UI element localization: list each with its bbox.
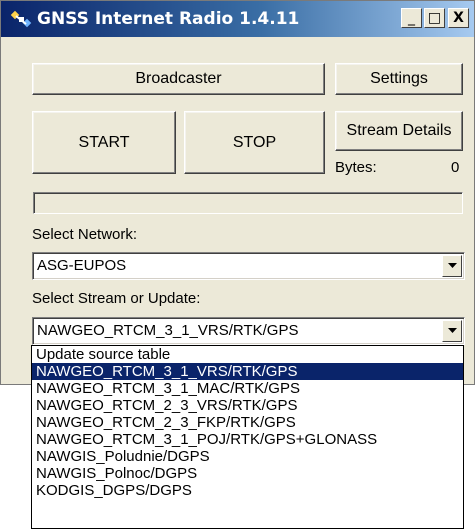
- dropdown-item[interactable]: NAWGIS_Poludnie/DGPS: [32, 448, 463, 465]
- maximize-button[interactable]: □: [424, 8, 445, 28]
- network-dropdown-arrow[interactable]: [442, 255, 462, 277]
- satellite-icon: [10, 10, 32, 28]
- dropdown-item[interactable]: Update source table: [32, 346, 463, 363]
- dropdown-item[interactable]: NAWGIS_Polnoc/DGPS: [32, 465, 463, 482]
- dropdown-item[interactable]: NAWGEO_RTCM_3_1_POJ/RTK/GPS+GLONASS: [32, 431, 463, 448]
- progress-bar: [33, 192, 463, 214]
- window-title: GNSS Internet Radio 1.4.11: [37, 9, 300, 29]
- minimize-button[interactable]: _: [401, 8, 422, 28]
- dropdown-item-selected[interactable]: NAWGEO_RTCM_3_1_VRS/RTK/GPS: [32, 363, 463, 380]
- network-select-value: ASG-EUPOS: [37, 257, 127, 274]
- bytes-label: Bytes:: [335, 159, 377, 176]
- stream-label: Select Stream or Update:: [32, 290, 201, 307]
- dropdown-item[interactable]: NAWGEO_RTCM_3_1_MAC/RTK/GPS: [32, 380, 463, 397]
- stream-select[interactable]: NAWGEO_RTCM_3_1_VRS/RTK/GPS: [32, 317, 465, 345]
- close-button[interactable]: X: [448, 8, 469, 28]
- chevron-down-icon: [447, 328, 457, 333]
- network-label: Select Network:: [32, 226, 138, 243]
- broadcaster-button[interactable]: Broadcaster: [32, 63, 325, 95]
- dropdown-item[interactable]: NAWGEO_RTCM_2_3_VRS/RTK/GPS: [32, 397, 463, 414]
- stream-select-value: NAWGEO_RTCM_3_1_VRS/RTK/GPS: [37, 322, 299, 339]
- dropdown-item[interactable]: NAWGEO_RTCM_2_3_FKP/RTK/GPS: [32, 414, 463, 431]
- settings-button[interactable]: Settings: [335, 63, 463, 95]
- dropdown-item[interactable]: KODGIS_DGPS/DGPS: [32, 482, 463, 499]
- start-button[interactable]: START: [32, 111, 176, 174]
- network-select[interactable]: ASG-EUPOS: [32, 252, 465, 280]
- chevron-down-icon: [447, 263, 457, 268]
- stream-dropdown-list[interactable]: Update source table NAWGEO_RTCM_3_1_VRS/…: [31, 345, 464, 529]
- stream-details-button[interactable]: Stream Details: [335, 111, 463, 151]
- bytes-value: 0: [451, 159, 460, 176]
- stream-dropdown-arrow[interactable]: [442, 320, 462, 342]
- app-window: GNSS Internet Radio 1.4.11 _ □ X Broadca…: [0, 0, 475, 385]
- stop-button[interactable]: STOP: [184, 111, 325, 174]
- title-bar[interactable]: GNSS Internet Radio 1.4.11 _ □ X: [1, 1, 474, 37]
